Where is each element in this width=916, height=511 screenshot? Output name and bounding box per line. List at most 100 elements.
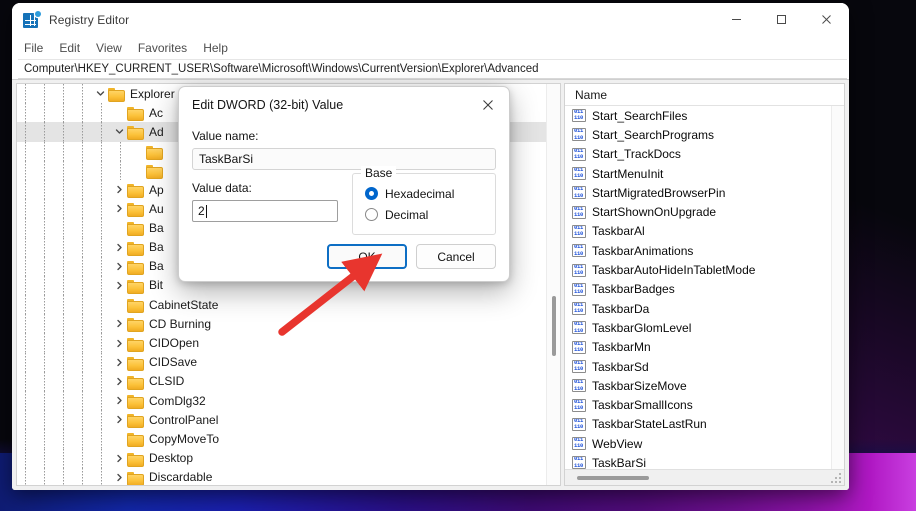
value-row[interactable]: TaskbarSd (565, 357, 844, 376)
cancel-button[interactable]: Cancel (416, 244, 496, 269)
tree-item-label: Ad (149, 124, 164, 139)
menu-favorites[interactable]: Favorites (138, 41, 187, 55)
value-row[interactable]: TaskbarAnimations (565, 241, 844, 260)
maximize-button[interactable] (759, 3, 804, 36)
tree-item[interactable]: ComDlg32 (17, 391, 546, 411)
value-name-input[interactable]: TaskBarSi (192, 148, 496, 170)
menu-help[interactable]: Help (203, 41, 228, 55)
value-row[interactable]: WebView (565, 434, 844, 453)
value-name: TaskbarDa (592, 301, 650, 316)
ok-button[interactable]: OK (327, 244, 407, 269)
chevron-right-icon[interactable] (112, 276, 127, 295)
values-hscroll-thumb[interactable] (577, 476, 649, 480)
value-row[interactable]: TaskbarAl (565, 222, 844, 241)
registry-path: Computer\HKEY_CURRENT_USER\Software\Micr… (24, 63, 539, 75)
tree-item[interactable]: CD Burning (17, 314, 546, 334)
tree-item-label: CIDSave (149, 355, 198, 370)
tree-item[interactable]: CIDOpen (17, 333, 546, 353)
tree-item[interactable]: Desktop (17, 448, 546, 468)
value-row[interactable]: Start_SearchPrograms (565, 125, 844, 144)
chevron-right-icon[interactable] (112, 353, 127, 372)
value-row[interactable]: TaskbarDa (565, 299, 844, 318)
close-button[interactable] (804, 3, 849, 36)
radio-hexadecimal-label: Hexadecimal (385, 186, 455, 201)
radio-hexadecimal[interactable]: Hexadecimal (365, 183, 485, 204)
tree-item[interactable]: CabinetState (17, 295, 546, 315)
folder-icon (127, 337, 144, 352)
minimize-button[interactable] (714, 3, 759, 36)
address-bar[interactable]: Computer\HKEY_CURRENT_USER\Software\Micr… (18, 59, 847, 79)
values-column-header[interactable]: Name (565, 84, 844, 106)
folder-icon (127, 317, 144, 333)
tree-indent-guides (17, 429, 112, 449)
chevron-right-icon[interactable] (112, 314, 127, 333)
value-row[interactable]: TaskBarSi (565, 453, 844, 469)
value-row[interactable]: TaskbarSizeMove (565, 376, 844, 395)
tree-indent-guides (17, 256, 112, 276)
value-name: StartShownOnUpgrade (592, 205, 717, 220)
dialog-body: Value name: TaskBarSi Value data: 2 Base… (179, 123, 509, 235)
value-row[interactable]: TaskbarAutoHideInTabletMode (565, 260, 844, 279)
registry-values-pane[interactable]: Name Start_SearchFiles Start_SearchProgra… (564, 83, 845, 486)
title-bar[interactable]: Registry Editor (12, 3, 849, 36)
tree-item[interactable]: CopyMoveTo (17, 429, 546, 449)
tree-vertical-scrollbar[interactable] (546, 84, 560, 485)
tree-indent-guides (17, 122, 112, 142)
chevron-right-icon[interactable] (112, 372, 127, 391)
chevron-right-icon[interactable] (112, 257, 127, 276)
tree-item-label: ControlPanel (149, 412, 219, 427)
tree-item[interactable]: Discardable (17, 467, 546, 485)
value-name: Start_SearchFiles (592, 108, 688, 123)
tree-item[interactable]: ControlPanel (17, 410, 546, 430)
radio-hexadecimal-icon[interactable] (365, 187, 378, 200)
chevron-right-icon[interactable] (112, 333, 127, 352)
dialog-title-bar[interactable]: Edit DWORD (32-bit) Value (179, 87, 509, 123)
value-data-input[interactable]: 2 (192, 200, 338, 222)
value-row[interactable]: TaskbarStateLastRun (565, 415, 844, 434)
radio-decimal[interactable]: Decimal (365, 204, 485, 225)
value-row[interactable]: StartShownOnUpgrade (565, 202, 844, 221)
folder-icon (108, 87, 125, 103)
chevron-right-icon[interactable] (112, 199, 127, 218)
value-row[interactable]: Start_TrackDocs (565, 145, 844, 164)
folder-icon (127, 471, 144, 485)
chevron-right-icon[interactable] (112, 410, 127, 429)
chevron-down-icon[interactable] (93, 84, 108, 103)
values-list[interactable]: Start_SearchFiles Start_SearchPrograms Sta… (565, 106, 844, 469)
values-horizontal-scrollbar[interactable] (565, 469, 844, 485)
tree-item[interactable]: CIDSave (17, 352, 546, 372)
values-vertical-scrollbar[interactable] (831, 106, 844, 469)
tree-indent-guides (17, 141, 131, 161)
value-row[interactable]: TaskbarMn (565, 338, 844, 357)
radio-decimal-icon[interactable] (365, 208, 378, 221)
value-row[interactable]: Start_SearchFiles (565, 106, 844, 125)
edit-dword-dialog: Edit DWORD (32-bit) Value Value name: Ta… (178, 86, 510, 282)
chevron-right-icon[interactable] (112, 391, 127, 410)
value-row[interactable]: StartMenuInit (565, 164, 844, 183)
value-row[interactable]: TaskbarSmallIcons (565, 395, 844, 414)
value-row[interactable]: TaskbarBadges (565, 280, 844, 299)
value-name: TaskbarStateLastRun (592, 417, 707, 432)
dialog-close-icon[interactable] (473, 91, 503, 119)
tree-item-label: Ba (149, 259, 164, 274)
menu-edit[interactable]: Edit (59, 41, 80, 55)
value-name: TaskbarAnimations (592, 243, 694, 258)
folder-icon (127, 260, 144, 275)
tree-scroll-thumb[interactable] (552, 296, 556, 356)
chevron-right-icon[interactable] (112, 468, 127, 485)
registry-editor-icon (23, 11, 41, 28)
resize-grip[interactable] (830, 472, 841, 483)
base-legend: Base (361, 166, 397, 180)
tree-item-label: Desktop (149, 451, 194, 466)
chevron-right-icon[interactable] (112, 238, 127, 257)
chevron-right-icon[interactable] (112, 449, 127, 468)
value-row[interactable]: StartMigratedBrowserPin (565, 183, 844, 202)
value-row[interactable]: TaskbarGlomLevel (565, 318, 844, 337)
menu-view[interactable]: View (96, 41, 122, 55)
chevron-down-icon[interactable] (112, 122, 127, 141)
tree-item[interactable]: CLSID (17, 371, 546, 391)
chevron-right-icon[interactable] (112, 180, 127, 199)
menu-file[interactable]: File (24, 41, 43, 55)
